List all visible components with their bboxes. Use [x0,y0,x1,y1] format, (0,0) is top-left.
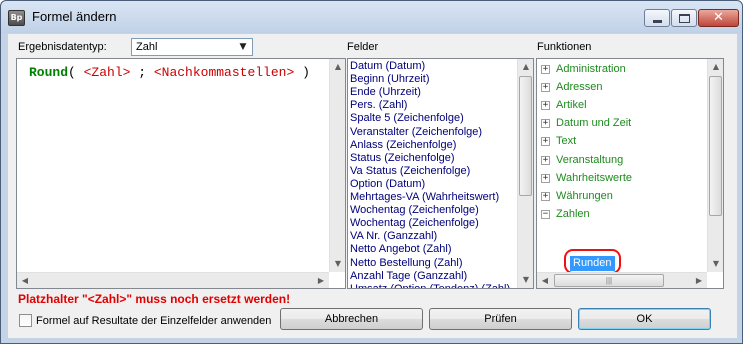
ok-button[interactable]: OK [578,308,711,330]
scroll-left-icon[interactable]: ◀ [17,273,33,289]
field-list-item[interactable]: Mehrtages-VA (Wahrheitswert) [350,191,499,204]
tree-category[interactable]: + Währungen [541,190,613,203]
scroll-up-icon[interactable]: ▲ [330,59,346,75]
field-list-item[interactable]: Va Status (Zeichenfolge) [350,165,470,178]
expand-icon[interactable]: + [541,119,550,129]
fields-vertical-scrollbar[interactable]: ▲ ▼ [517,59,533,288]
editor-vertical-scrollbar[interactable]: ▲ ▼ [329,59,345,272]
tree-category-label: Administration [556,63,626,75]
apply-to-fields-label[interactable]: Formel auf Resultate der Einzelfelder an… [36,315,271,327]
tree-category-label: Adressen [556,81,603,94]
functions-tree[interactable]: + Administration + Adressen + Artikel + Datum u… [536,58,724,289]
tree-category-label: Wahrheitswerte [556,171,633,184]
tree-category[interactable]: + Adressen [541,81,602,94]
formula-function: Round [29,65,69,80]
expand-icon[interactable]: + [541,65,550,74]
expand-icon[interactable]: + [541,83,550,93]
scroll-left-icon[interactable]: ◀ [537,273,553,288]
expand-icon[interactable]: + [541,155,550,165]
result-type-value: Zahl [136,41,158,53]
field-list-item[interactable]: Status (Zeichenfolge) [350,152,455,165]
tree-category-label: Zahlen [556,207,590,220]
scroll-up-icon[interactable]: ▲ [518,59,533,75]
field-list-item[interactable]: Anlass (Zeichenfolge) [350,139,456,152]
tree-category[interactable]: + Administration [541,63,626,76]
scroll-down-icon[interactable]: ▼ [518,272,533,288]
field-list-item[interactable]: Wochentag (Zeichenfolge) [350,204,479,217]
scroll-down-icon[interactable]: ▼ [708,256,723,272]
dialog-window: Bp Formel ändern ✕ Ergebnisdatentyp: Zah… [0,0,743,344]
apply-to-fields-checkbox[interactable] [19,314,32,327]
tree-category[interactable]: + Text [541,135,576,148]
scroll-right-icon[interactable]: ▶ [691,273,707,288]
window-title: Formel ändern [32,9,117,24]
check-button[interactable]: Prüfen [429,308,572,330]
editor-horizontal-scrollbar[interactable]: ◀ ▶ [17,272,329,288]
expand-icon[interactable]: + [541,173,550,183]
result-type-select[interactable]: Zahl ▼ [131,38,253,56]
tree-category[interactable]: + Wahrheitswerte [541,172,632,185]
expand-icon[interactable]: + [541,137,550,147]
functions-header: Funktionen [537,41,592,53]
field-list-item[interactable]: Veranstalter (Zeichenfolge) [350,126,482,139]
expand-icon[interactable]: + [541,101,550,111]
field-list-item[interactable]: Ende (Uhrzeit) [350,86,421,99]
placeholder-warning: Platzhalter "<Zahl>" muss noch ersetzt w… [18,292,291,306]
formula-close-paren: ) [294,65,310,80]
field-list-item[interactable]: Beginn (Uhrzeit) [350,73,429,86]
fields-scroll-thumb[interactable] [519,76,532,196]
dialog-body: Ergebnisdatentyp: Zahl ▼ Round( <Zahl> ;… [8,34,737,338]
formula-placeholder-zahl[interactable]: <Zahl> [84,65,131,80]
functions-scroll-thumb[interactable] [709,76,722,216]
tree-category-label: Datum und Zeit [556,117,632,130]
cancel-button[interactable]: Abbrechen [280,308,423,330]
tree-category-label: Veranstaltung [556,153,624,166]
tree-category-label: Währungen [556,189,613,202]
tree-category[interactable]: + Datum und Zeit [541,117,631,130]
formula-editor[interactable]: Round( <Zahl> ; <Nachkommastellen> ) ▲ ▼… [16,58,346,289]
field-list-item[interactable]: Datum (Datum) [350,60,425,73]
formula-placeholder-nachkommastellen[interactable]: <Nachkommastellen> [154,65,294,80]
fields-header: Felder [347,41,379,53]
result-type-label: Ergebnisdatentyp: [18,41,107,53]
scroll-down-icon[interactable]: ▼ [330,256,346,272]
tree-category[interactable]: + Artikel [541,99,587,112]
minimize-icon [653,20,662,23]
collapse-icon[interactable]: − [541,209,550,219]
field-list-item[interactable]: VA Nr. (Ganzzahl) [350,230,437,243]
field-list-item[interactable]: Option (Datum) [350,178,425,191]
highlight-ring [564,249,621,274]
field-list-item[interactable]: Netto Angebot (Zahl) [350,243,452,256]
field-list-item[interactable]: Umsatz (Option (Tendenz) (Zahl) [350,283,510,288]
close-button[interactable]: ✕ [698,9,739,27]
formula-open-paren: ( [68,65,84,80]
fields-list[interactable]: Datum (Datum) Beginn (Uhrzeit) Ende (Uhrze… [347,58,534,289]
field-list-item[interactable]: Wochentag (Zeichenfolge) [350,217,479,230]
minimize-button[interactable] [644,9,670,27]
field-list-item[interactable]: Spalte 5 (Zeichenfolge) [350,112,464,125]
title-bar[interactable]: Bp Formel ändern ✕ [1,1,742,33]
field-list-item[interactable]: Netto Bestellung (Zahl) [350,257,463,270]
tree-category[interactable]: − Zahlen [541,208,590,221]
expand-icon[interactable]: + [541,191,550,201]
functions-vertical-scrollbar[interactable]: ▲ ▼ [707,59,723,272]
tree-category-label: Text [556,135,577,148]
scroll-up-icon[interactable]: ▲ [708,59,723,75]
functions-horizontal-scrollbar[interactable]: ◀ ||| ▶ [537,272,707,288]
maximize-button[interactable] [671,9,697,27]
formula-separator: ; [130,65,154,80]
field-list-item[interactable]: Pers. (Zahl) [350,99,407,112]
close-icon: ✕ [713,10,724,25]
formula-text[interactable]: Round( <Zahl> ; <Nachkommastellen> ) [29,65,310,80]
tree-category-label: Artikel [556,99,587,112]
field-list-item[interactable]: Anzahl Tage (Ganzzahl) [350,270,467,283]
maximize-icon [679,14,690,23]
tree-category[interactable]: + Veranstaltung [541,154,623,167]
app-icon: Bp [8,10,25,26]
functions-hscroll-thumb[interactable]: ||| [554,274,664,287]
scroll-right-icon[interactable]: ▶ [313,273,329,289]
chevron-down-icon[interactable]: ▼ [236,40,250,54]
